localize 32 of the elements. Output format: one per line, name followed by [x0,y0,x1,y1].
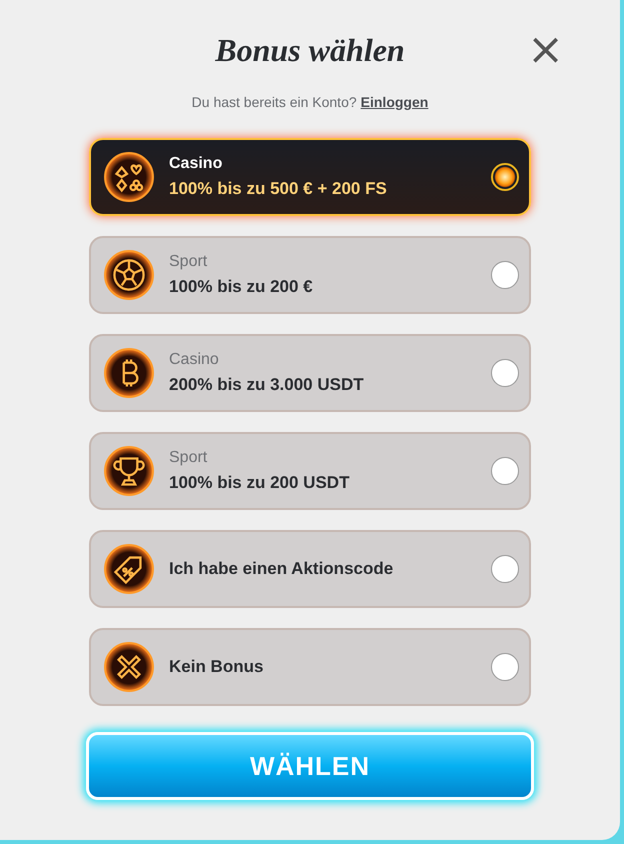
bonus-offer: 100% bis zu 200 USDT [169,473,350,493]
bonus-option[interactable]: Sport 100% bis zu 200 € [89,236,531,314]
radio-button[interactable] [491,653,519,681]
bonus-offer: Kein Bonus [169,657,264,677]
bonus-offer: 100% bis zu 200 € [169,277,314,297]
radio-button[interactable] [491,555,519,583]
bonus-category: Sport [169,449,208,467]
bonus-option[interactable]: Kein Bonus [89,628,531,706]
bonus-option[interactable]: Casino 100% bis zu 500 € + 200 FS [89,138,531,216]
bonus-offer: 200% bis zu 3.000 USDT [169,375,365,395]
bonus-option[interactable]: Casino 200% bis zu 3.000 USDT [89,334,531,412]
radio-button[interactable] [491,163,519,191]
bonus-option[interactable]: Ich habe einen Aktionscode [89,530,531,608]
bonus-category: Sport [169,253,208,271]
radio-button[interactable] [491,359,519,387]
bitcoin-icon [103,347,155,399]
bonus-category: Casino [169,351,220,369]
bonus-category: Casino [169,155,224,173]
login-link[interactable]: Einloggen [360,94,428,110]
trophy-icon [103,445,155,497]
coupon-icon [103,543,155,595]
radio-button[interactable] [491,457,519,485]
bonus-offer: 100% bis zu 500 € + 200 FS [169,179,388,199]
modal-title: Bonus wählen [215,32,405,68]
login-prompt: Du hast bereits ein Konto? [192,94,357,110]
playing-cards-icon [103,151,155,203]
cross-icon [103,641,155,693]
close-button[interactable]: × [523,30,568,70]
bonus-option[interactable]: Sport 100% bis zu 200 USDT [89,432,531,510]
radio-button[interactable] [491,261,519,289]
football-icon [103,249,155,301]
bonus-offer: Ich habe einen Aktionscode [169,559,394,579]
